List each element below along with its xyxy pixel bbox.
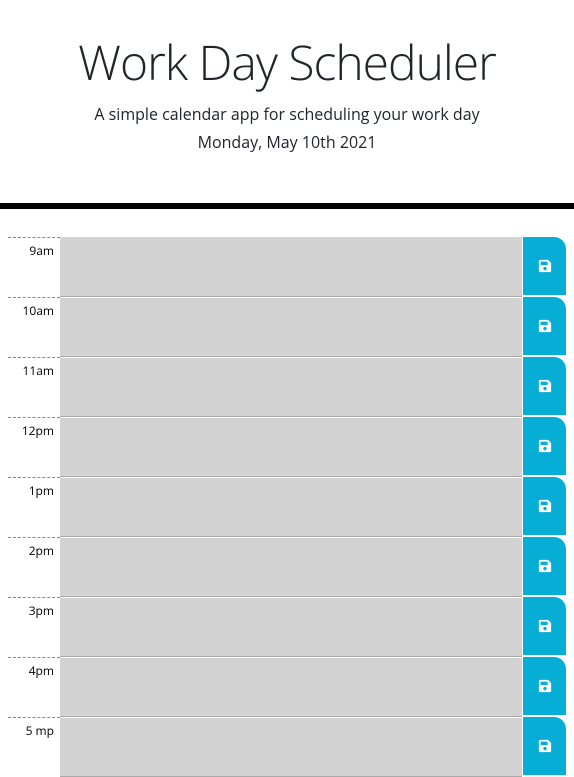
current-day: Monday, May 10th 2021 <box>20 131 554 153</box>
divider <box>0 203 574 209</box>
time-block-4pm: 4pm <box>8 657 566 717</box>
save-button-12pm[interactable] <box>522 417 566 475</box>
save-button-11am[interactable] <box>522 357 566 415</box>
save-button-5pm[interactable] <box>522 717 566 775</box>
hour-label: 2pm <box>8 537 60 597</box>
hour-label: 1pm <box>8 477 60 537</box>
event-input-9am[interactable] <box>60 237 522 297</box>
save-icon <box>538 679 552 693</box>
hour-label: 11am <box>8 357 60 417</box>
event-input-1pm[interactable] <box>60 477 522 537</box>
save-icon <box>538 259 552 273</box>
hour-label: 9am <box>8 237 60 297</box>
time-block-12pm: 12pm <box>8 417 566 477</box>
event-input-12pm[interactable] <box>60 417 522 477</box>
save-button-10am[interactable] <box>522 297 566 355</box>
event-input-3pm[interactable] <box>60 597 522 657</box>
header: Work Day Scheduler A simple calendar app… <box>0 0 574 193</box>
save-button-4pm[interactable] <box>522 657 566 715</box>
time-block-1pm: 1pm <box>8 477 566 537</box>
save-icon <box>538 739 552 753</box>
save-button-1pm[interactable] <box>522 477 566 535</box>
schedule-container: 9am 10am 11am 12pm 1pm 2pm <box>0 237 574 777</box>
save-icon <box>538 439 552 453</box>
save-icon <box>538 619 552 633</box>
hour-label: 5 mp <box>8 717 60 777</box>
hour-label: 12pm <box>8 417 60 477</box>
time-block-11am: 11am <box>8 357 566 417</box>
time-block-10am: 10am <box>8 297 566 357</box>
save-icon <box>538 559 552 573</box>
save-icon <box>538 319 552 333</box>
save-button-9am[interactable] <box>522 237 566 295</box>
time-block-5pm: 5 mp <box>8 717 566 777</box>
hour-label: 4pm <box>8 657 60 717</box>
save-button-3pm[interactable] <box>522 597 566 655</box>
time-block-3pm: 3pm <box>8 597 566 657</box>
event-input-2pm[interactable] <box>60 537 522 597</box>
time-block-2pm: 2pm <box>8 537 566 597</box>
save-button-2pm[interactable] <box>522 537 566 595</box>
event-input-10am[interactable] <box>60 297 522 357</box>
save-icon <box>538 499 552 513</box>
time-block-9am: 9am <box>8 237 566 297</box>
hour-label: 10am <box>8 297 60 357</box>
event-input-11am[interactable] <box>60 357 522 417</box>
event-input-5pm[interactable] <box>60 717 522 777</box>
page-subtitle: A simple calendar app for scheduling you… <box>20 103 554 125</box>
event-input-4pm[interactable] <box>60 657 522 717</box>
hour-label: 3pm <box>8 597 60 657</box>
page-title: Work Day Scheduler <box>20 30 554 95</box>
save-icon <box>538 379 552 393</box>
